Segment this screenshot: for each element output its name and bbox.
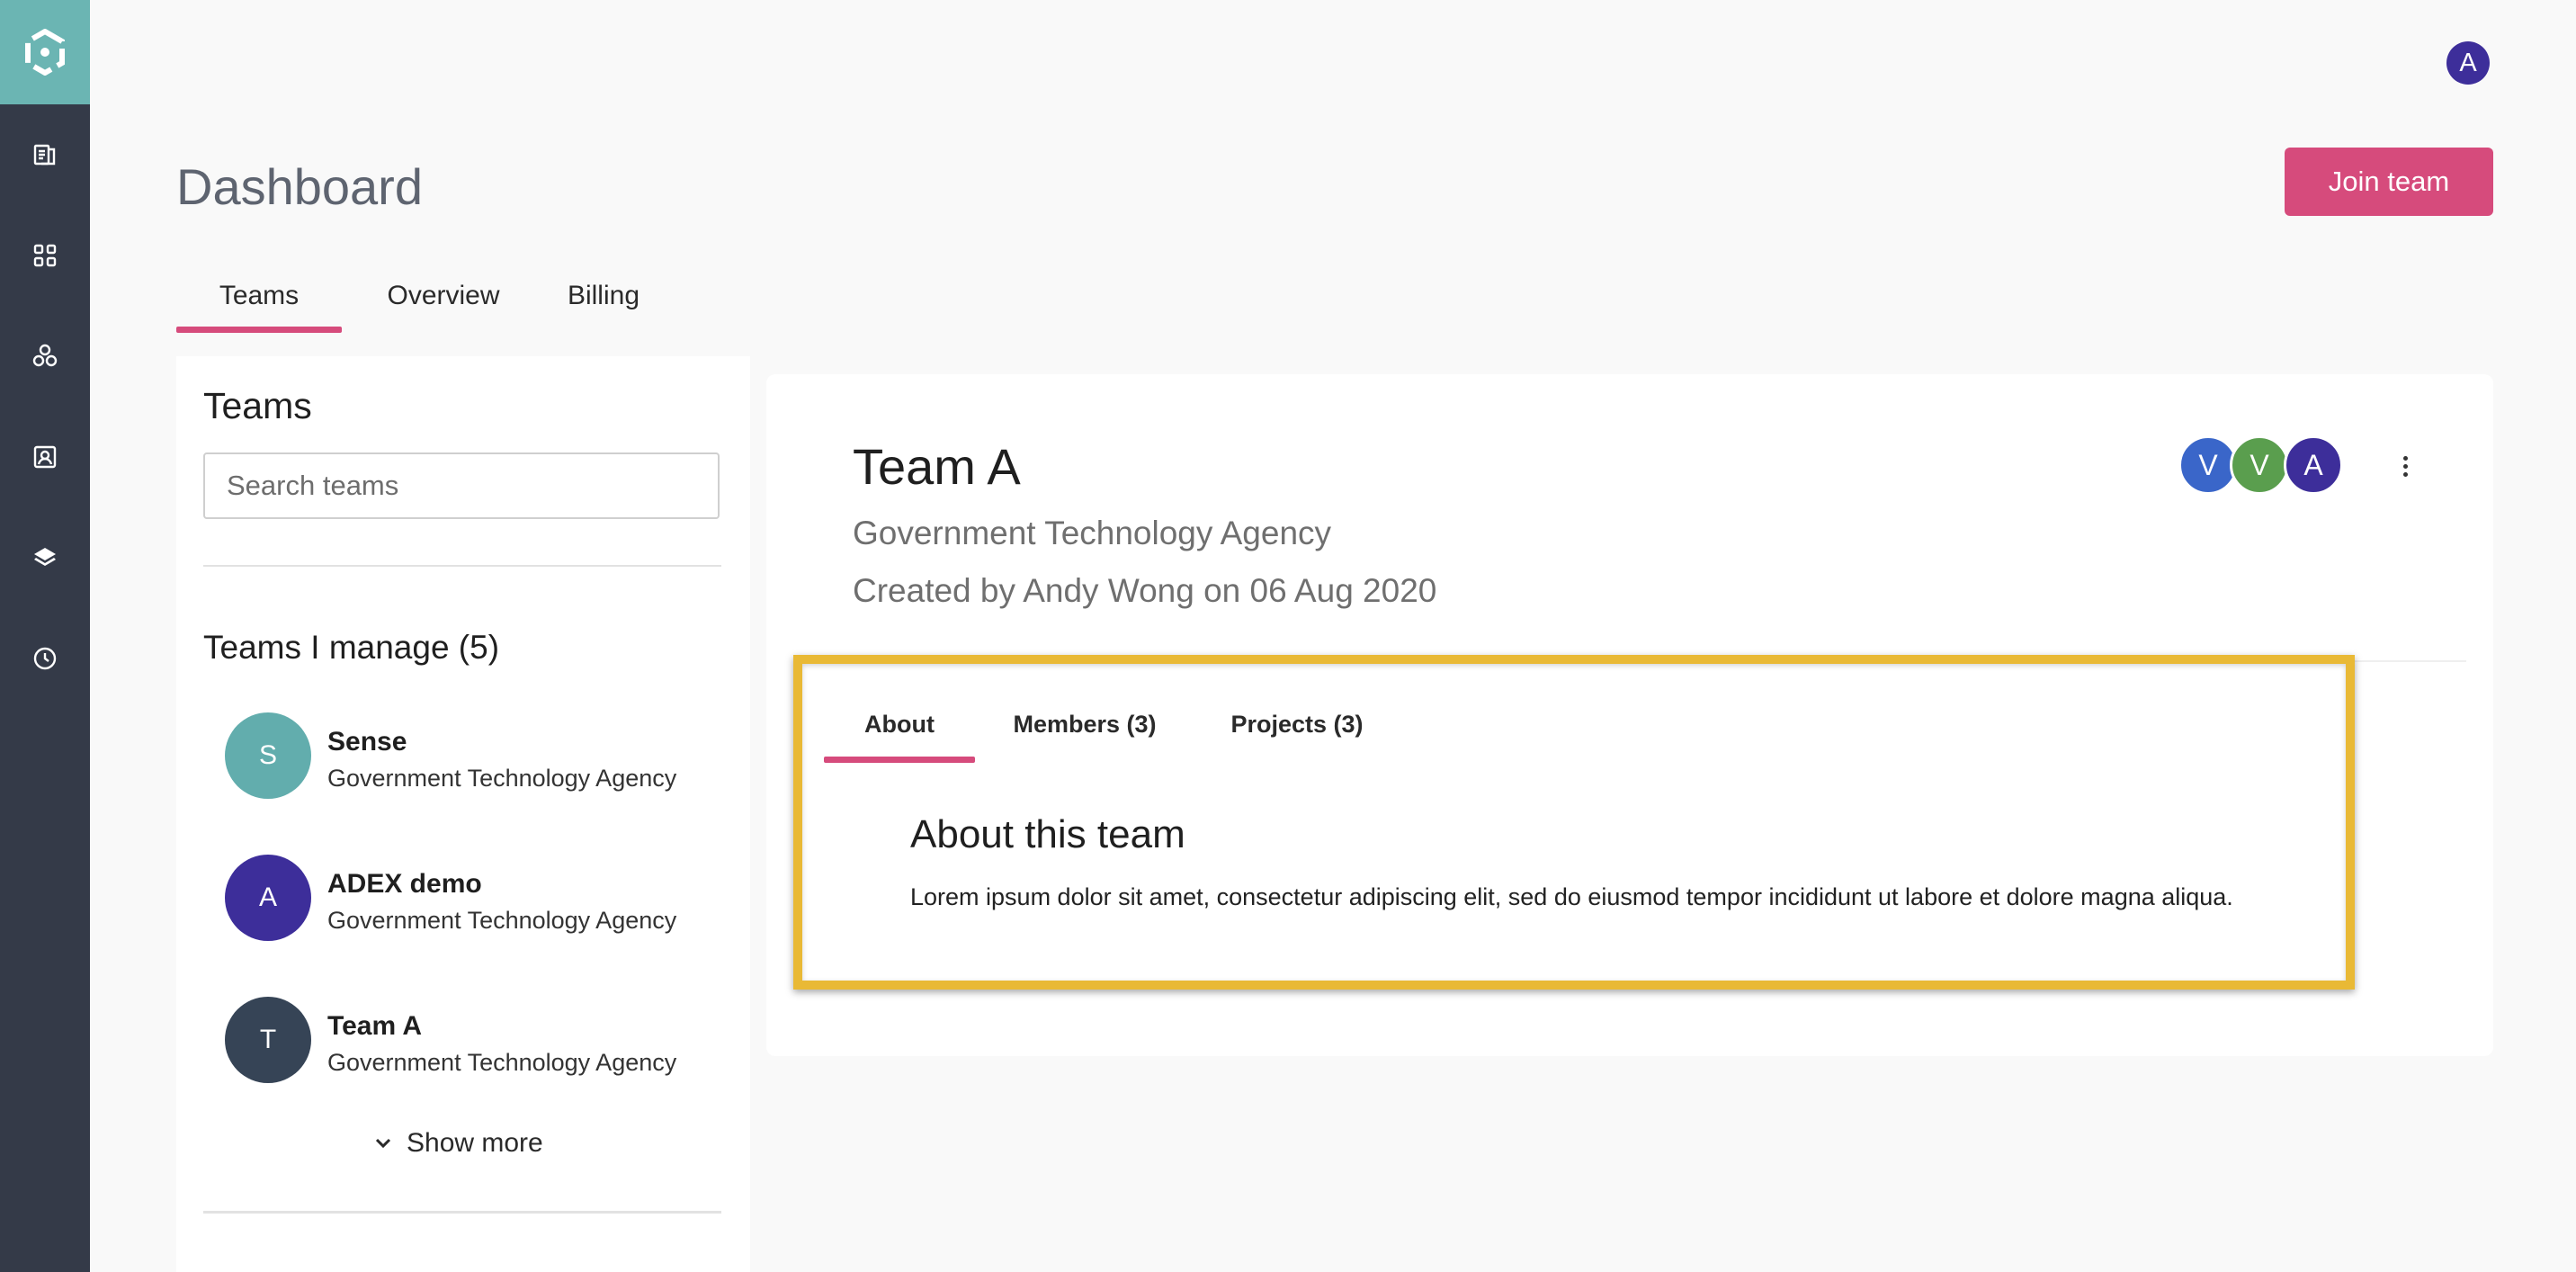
search-teams-input[interactable] xyxy=(203,452,720,519)
team-detail-org: Government Technology Agency xyxy=(853,515,1332,551)
documents-icon xyxy=(33,144,56,166)
team-name: Sense xyxy=(327,727,407,757)
team-list-item-team-a[interactable]: T Team A Government Technology Agency xyxy=(225,995,729,1085)
page-title: Dashboard xyxy=(176,158,423,215)
team-name: Team A xyxy=(327,1011,423,1041)
team-name: ADEX demo xyxy=(327,869,482,899)
clock-icon xyxy=(33,647,57,670)
team-list-item-adex-demo[interactable]: A ADEX demo Government Technology Agency xyxy=(225,853,729,943)
team-detail-name: Team A xyxy=(853,438,1021,495)
teams-i-manage-heading: Teams I manage (5) xyxy=(203,629,500,666)
tab-overview[interactable]: Overview xyxy=(342,261,545,331)
team-detail-tabs: About Members (3) Projects (3) xyxy=(824,687,1400,763)
team-avatar: S xyxy=(225,712,311,799)
teams-panel-title: Teams xyxy=(203,385,312,426)
show-more-label: Show more xyxy=(407,1128,543,1158)
contact-card-icon xyxy=(33,445,57,469)
team-avatar: T xyxy=(225,997,311,1083)
team-list-item-sense[interactable]: S Sense Government Technology Agency xyxy=(225,711,729,801)
sidebar-item-documents[interactable] xyxy=(0,128,90,182)
network-icon xyxy=(32,344,58,367)
sidebar-item-network[interactable] xyxy=(0,329,90,383)
about-text: Lorem ipsum dolor sit amet, consectetur … xyxy=(910,883,2233,910)
about-title: About this team xyxy=(910,812,1185,856)
team-avatar: A xyxy=(225,855,311,941)
team-detail-created: Created by Andy Wong on 06 Aug 2020 xyxy=(853,572,1437,609)
layers-icon xyxy=(34,548,56,566)
tab-teams[interactable]: Teams xyxy=(176,261,342,333)
teams-panel: Teams Teams I manage (5) S Sense Governm… xyxy=(176,356,750,1272)
member-avatar[interactable]: A xyxy=(2284,435,2343,495)
main-tabs: Teams Overview Billing xyxy=(176,261,671,333)
more-options-icon[interactable] xyxy=(2389,450,2421,482)
team-org: Government Technology Agency xyxy=(327,1049,677,1076)
tab-projects[interactable]: Projects (3) xyxy=(1194,687,1400,761)
tab-billing[interactable]: Billing xyxy=(536,261,671,331)
divider xyxy=(203,565,721,567)
join-team-button[interactable]: Join team xyxy=(2285,148,2493,216)
sidebar xyxy=(0,0,90,1272)
divider xyxy=(203,1211,721,1214)
team-org: Government Technology Agency xyxy=(327,765,677,792)
member-avatar[interactable]: V xyxy=(2230,435,2289,495)
chevron-down-icon xyxy=(375,1138,391,1149)
tab-about[interactable]: About xyxy=(824,687,975,763)
sidebar-item-grid[interactable] xyxy=(0,228,90,282)
sidebar-item-layers[interactable] xyxy=(0,531,90,585)
show-more-button[interactable]: Show more xyxy=(374,1128,543,1159)
grid-icon xyxy=(33,244,57,267)
app-logo[interactable] xyxy=(0,0,90,104)
sidebar-item-history[interactable] xyxy=(0,632,90,685)
team-org: Government Technology Agency xyxy=(327,907,677,934)
logo-icon xyxy=(25,29,65,76)
tab-members[interactable]: Members (3) xyxy=(975,687,1194,761)
sidebar-item-contacts[interactable] xyxy=(0,430,90,484)
user-avatar[interactable]: A xyxy=(2446,41,2490,85)
